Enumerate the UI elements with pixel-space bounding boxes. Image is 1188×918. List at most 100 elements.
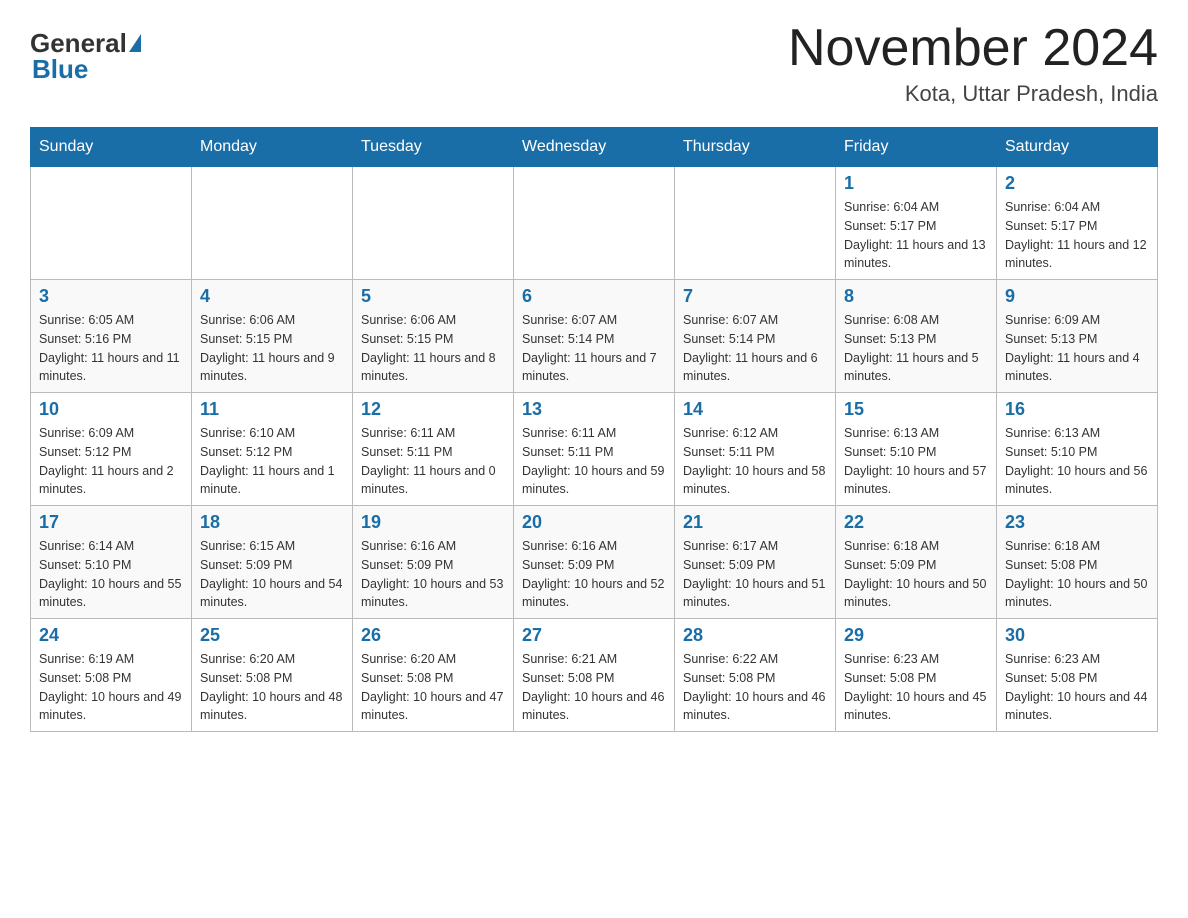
calendar-cell: 14 Sunrise: 6:12 AM Sunset: 5:11 PM Dayli… xyxy=(675,393,836,506)
page-header: General Blue November 2024 Kota, Uttar P… xyxy=(30,20,1158,107)
calendar-cell: 30 Sunrise: 6:23 AM Sunset: 5:08 PM Dayli… xyxy=(997,619,1158,732)
logo-general-text: General xyxy=(30,30,127,56)
day-number: 10 xyxy=(39,399,183,420)
location-text: Kota, Uttar Pradesh, India xyxy=(788,81,1158,107)
day-info: Sunrise: 6:12 AM Sunset: 5:11 PM Dayligh… xyxy=(683,424,827,499)
calendar-cell: 1 Sunrise: 6:04 AM Sunset: 5:17 PM Daylig… xyxy=(836,167,997,280)
calendar-cell xyxy=(353,167,514,280)
calendar-header-monday: Monday xyxy=(192,128,353,167)
month-title: November 2024 xyxy=(788,20,1158,77)
calendar-header-thursday: Thursday xyxy=(675,128,836,167)
day-number: 9 xyxy=(1005,286,1149,307)
day-number: 19 xyxy=(361,512,505,533)
day-info: Sunrise: 6:20 AM Sunset: 5:08 PM Dayligh… xyxy=(361,650,505,725)
calendar-cell: 15 Sunrise: 6:13 AM Sunset: 5:10 PM Dayli… xyxy=(836,393,997,506)
day-number: 22 xyxy=(844,512,988,533)
day-info: Sunrise: 6:11 AM Sunset: 5:11 PM Dayligh… xyxy=(522,424,666,499)
calendar-cell: 10 Sunrise: 6:09 AM Sunset: 5:12 PM Dayli… xyxy=(31,393,192,506)
calendar-header-wednesday: Wednesday xyxy=(514,128,675,167)
day-number: 21 xyxy=(683,512,827,533)
logo-blue-text: Blue xyxy=(30,54,88,85)
day-info: Sunrise: 6:16 AM Sunset: 5:09 PM Dayligh… xyxy=(522,537,666,612)
day-info: Sunrise: 6:14 AM Sunset: 5:10 PM Dayligh… xyxy=(39,537,183,612)
day-number: 25 xyxy=(200,625,344,646)
day-number: 30 xyxy=(1005,625,1149,646)
calendar-cell: 16 Sunrise: 6:13 AM Sunset: 5:10 PM Dayli… xyxy=(997,393,1158,506)
calendar-week-row: 24Sunrise: 6:19 AM Sunset: 5:08 PM Dayli… xyxy=(31,619,1158,732)
calendar-cell: 7 Sunrise: 6:07 AM Sunset: 5:14 PM Daylig… xyxy=(675,280,836,393)
calendar-cell: 25 Sunrise: 6:20 AM Sunset: 5:08 PM Dayli… xyxy=(192,619,353,732)
day-number: 3 xyxy=(39,286,183,307)
calendar-cell: 3Sunrise: 6:05 AM Sunset: 5:16 PM Daylig… xyxy=(31,280,192,393)
calendar-cell: 20 Sunrise: 6:16 AM Sunset: 5:09 PM Dayli… xyxy=(514,506,675,619)
day-info: Sunrise: 6:16 AM Sunset: 5:09 PM Dayligh… xyxy=(361,537,505,612)
day-info: Sunrise: 6:13 AM Sunset: 5:10 PM Dayligh… xyxy=(1005,424,1149,499)
calendar-table: SundayMondayTuesdayWednesdayThursdayFrid… xyxy=(30,127,1158,732)
day-info: Sunrise: 6:18 AM Sunset: 5:08 PM Dayligh… xyxy=(1005,537,1149,612)
day-number: 5 xyxy=(361,286,505,307)
day-info: Sunrise: 6:20 AM Sunset: 5:08 PM Dayligh… xyxy=(200,650,344,725)
calendar-cell: 12 Sunrise: 6:11 AM Sunset: 5:11 PM Dayli… xyxy=(353,393,514,506)
day-info: Sunrise: 6:23 AM Sunset: 5:08 PM Dayligh… xyxy=(1005,650,1149,725)
calendar-header-sunday: Sunday xyxy=(31,128,192,167)
calendar-cell xyxy=(31,167,192,280)
calendar-cell: 18 Sunrise: 6:15 AM Sunset: 5:09 PM Dayli… xyxy=(192,506,353,619)
day-number: 28 xyxy=(683,625,827,646)
day-info: Sunrise: 6:09 AM Sunset: 5:12 PM Dayligh… xyxy=(39,424,183,499)
day-info: Sunrise: 6:11 AM Sunset: 5:11 PM Dayligh… xyxy=(361,424,505,499)
calendar-cell: 21Sunrise: 6:17 AM Sunset: 5:09 PM Dayli… xyxy=(675,506,836,619)
day-number: 13 xyxy=(522,399,666,420)
day-number: 6 xyxy=(522,286,666,307)
day-number: 16 xyxy=(1005,399,1149,420)
calendar-cell: 26 Sunrise: 6:20 AM Sunset: 5:08 PM Dayli… xyxy=(353,619,514,732)
day-info: Sunrise: 6:18 AM Sunset: 5:09 PM Dayligh… xyxy=(844,537,988,612)
calendar-cell: 28 Sunrise: 6:22 AM Sunset: 5:08 PM Dayli… xyxy=(675,619,836,732)
calendar-header-row: SundayMondayTuesdayWednesdayThursdayFrid… xyxy=(31,128,1158,167)
calendar-cell: 29Sunrise: 6:23 AM Sunset: 5:08 PM Dayli… xyxy=(836,619,997,732)
day-number: 1 xyxy=(844,173,988,194)
day-number: 18 xyxy=(200,512,344,533)
day-number: 17 xyxy=(39,512,183,533)
calendar-cell: 5 Sunrise: 6:06 AM Sunset: 5:15 PM Daylig… xyxy=(353,280,514,393)
calendar-cell: 2 Sunrise: 6:04 AM Sunset: 5:17 PM Daylig… xyxy=(997,167,1158,280)
title-section: November 2024 Kota, Uttar Pradesh, India xyxy=(788,20,1158,107)
day-number: 11 xyxy=(200,399,344,420)
day-info: Sunrise: 6:21 AM Sunset: 5:08 PM Dayligh… xyxy=(522,650,666,725)
calendar-cell: 6 Sunrise: 6:07 AM Sunset: 5:14 PM Daylig… xyxy=(514,280,675,393)
day-info: Sunrise: 6:13 AM Sunset: 5:10 PM Dayligh… xyxy=(844,424,988,499)
logo: General Blue xyxy=(30,30,143,85)
calendar-header-friday: Friday xyxy=(836,128,997,167)
calendar-cell xyxy=(514,167,675,280)
day-number: 15 xyxy=(844,399,988,420)
day-number: 27 xyxy=(522,625,666,646)
day-info: Sunrise: 6:22 AM Sunset: 5:08 PM Dayligh… xyxy=(683,650,827,725)
day-number: 8 xyxy=(844,286,988,307)
calendar-cell: 8Sunrise: 6:08 AM Sunset: 5:13 PM Daylig… xyxy=(836,280,997,393)
day-info: Sunrise: 6:06 AM Sunset: 5:15 PM Dayligh… xyxy=(200,311,344,386)
day-number: 14 xyxy=(683,399,827,420)
calendar-cell: 23 Sunrise: 6:18 AM Sunset: 5:08 PM Dayli… xyxy=(997,506,1158,619)
day-number: 20 xyxy=(522,512,666,533)
day-number: 4 xyxy=(200,286,344,307)
day-info: Sunrise: 6:04 AM Sunset: 5:17 PM Dayligh… xyxy=(1005,198,1149,273)
calendar-cell: 22 Sunrise: 6:18 AM Sunset: 5:09 PM Dayli… xyxy=(836,506,997,619)
day-number: 23 xyxy=(1005,512,1149,533)
day-number: 2 xyxy=(1005,173,1149,194)
day-info: Sunrise: 6:07 AM Sunset: 5:14 PM Dayligh… xyxy=(683,311,827,386)
day-info: Sunrise: 6:07 AM Sunset: 5:14 PM Dayligh… xyxy=(522,311,666,386)
calendar-header-saturday: Saturday xyxy=(997,128,1158,167)
day-number: 12 xyxy=(361,399,505,420)
calendar-cell: 27 Sunrise: 6:21 AM Sunset: 5:08 PM Dayli… xyxy=(514,619,675,732)
calendar-cell xyxy=(192,167,353,280)
day-info: Sunrise: 6:15 AM Sunset: 5:09 PM Dayligh… xyxy=(200,537,344,612)
day-info: Sunrise: 6:04 AM Sunset: 5:17 PM Dayligh… xyxy=(844,198,988,273)
day-number: 7 xyxy=(683,286,827,307)
day-info: Sunrise: 6:09 AM Sunset: 5:13 PM Dayligh… xyxy=(1005,311,1149,386)
calendar-cell: 11Sunrise: 6:10 AM Sunset: 5:12 PM Dayli… xyxy=(192,393,353,506)
calendar-cell xyxy=(675,167,836,280)
day-number: 26 xyxy=(361,625,505,646)
calendar-cell: 24Sunrise: 6:19 AM Sunset: 5:08 PM Dayli… xyxy=(31,619,192,732)
day-info: Sunrise: 6:06 AM Sunset: 5:15 PM Dayligh… xyxy=(361,311,505,386)
calendar-header-tuesday: Tuesday xyxy=(353,128,514,167)
calendar-cell: 17 Sunrise: 6:14 AM Sunset: 5:10 PM Dayli… xyxy=(31,506,192,619)
